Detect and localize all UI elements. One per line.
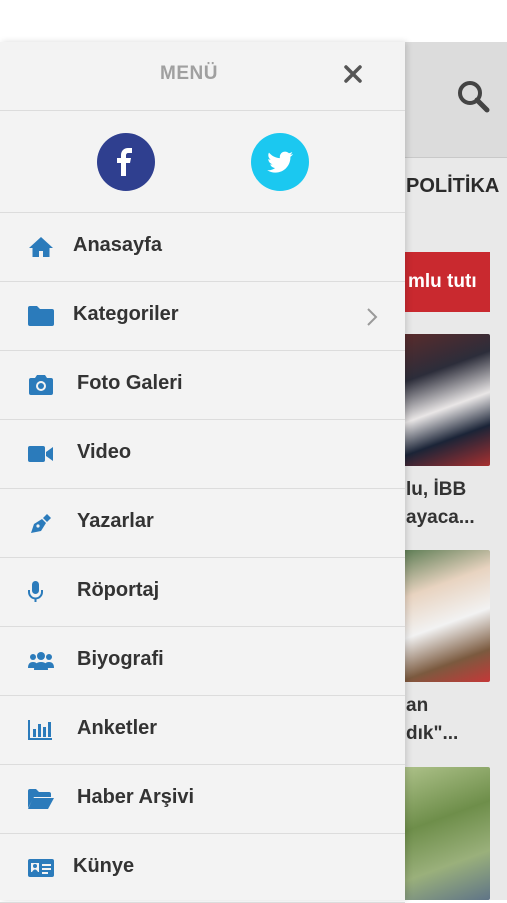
users-icon: [28, 652, 54, 670]
menu-item-label: Foto Galeri: [77, 372, 183, 394]
close-icon[interactable]: [340, 61, 366, 87]
menu-item-video[interactable]: Video: [0, 420, 405, 489]
menu-item-haber-arsivi[interactable]: Haber Arşivi: [0, 765, 405, 834]
news-image[interactable]: [400, 550, 490, 682]
folder-open-icon: [28, 789, 54, 809]
news-headline[interactable]: ayaca...: [406, 507, 475, 529]
chart-icon: [28, 720, 52, 740]
menu-item-label: Yazarlar: [77, 510, 154, 532]
news-image[interactable]: [400, 334, 490, 466]
menu-item-anasayfa[interactable]: Anasayfa: [0, 213, 405, 282]
menu-item-yazarlar[interactable]: Yazarlar: [0, 489, 405, 558]
navigation-drawer: MENÜ Anasayfa Kategoriler Foto Galeri Vi…: [0, 42, 405, 903]
news-headline[interactable]: dık"...: [406, 723, 458, 745]
menu-item-label: Anketler: [77, 717, 158, 739]
menu-item-label: Kategoriler: [73, 303, 179, 325]
menu-title: MENÜ: [160, 63, 218, 84]
menu-item-foto-galeri[interactable]: Foto Galeri: [0, 351, 405, 420]
menu-item-label: Künye: [73, 855, 135, 877]
id-card-icon: [28, 859, 54, 877]
twitter-icon: [267, 151, 293, 173]
microphone-icon: [28, 581, 43, 602]
news-image[interactable]: [400, 767, 490, 900]
search-icon[interactable]: [455, 78, 491, 114]
menu-item-label: Anasayfa: [73, 234, 162, 256]
menu-item-biyografi[interactable]: Biyografi: [0, 627, 405, 696]
chevron-right-icon: [367, 308, 378, 326]
drawer-header: MENÜ: [0, 42, 405, 111]
menu-item-label: Röportaj: [77, 579, 160, 601]
social-links: [0, 111, 405, 213]
video-icon: [28, 446, 53, 462]
menu-item-label: Haber Arşivi: [77, 786, 195, 808]
news-headline[interactable]: lu, İBB: [406, 479, 466, 501]
menu-item-label: Video: [77, 441, 132, 463]
menu-item-kunye[interactable]: Künye: [0, 834, 405, 903]
menu-item-anketler[interactable]: Anketler: [0, 696, 405, 765]
breaking-news-banner[interactable]: mlu tutı: [400, 252, 490, 312]
menu-item-kategoriler[interactable]: Kategoriler: [0, 282, 405, 351]
menu-item-label: Biyografi: [77, 648, 164, 670]
home-icon: [29, 237, 53, 257]
menu-item-roportaj[interactable]: Röportaj: [0, 558, 405, 627]
twitter-button[interactable]: [251, 133, 309, 191]
facebook-icon: [117, 148, 132, 176]
camera-icon: [29, 375, 53, 395]
pen-icon: [31, 514, 51, 533]
news-headline[interactable]: an: [406, 695, 428, 717]
folder-icon: [28, 306, 54, 326]
facebook-button[interactable]: [97, 133, 155, 191]
category-tab[interactable]: POLİTİKA: [406, 175, 499, 198]
